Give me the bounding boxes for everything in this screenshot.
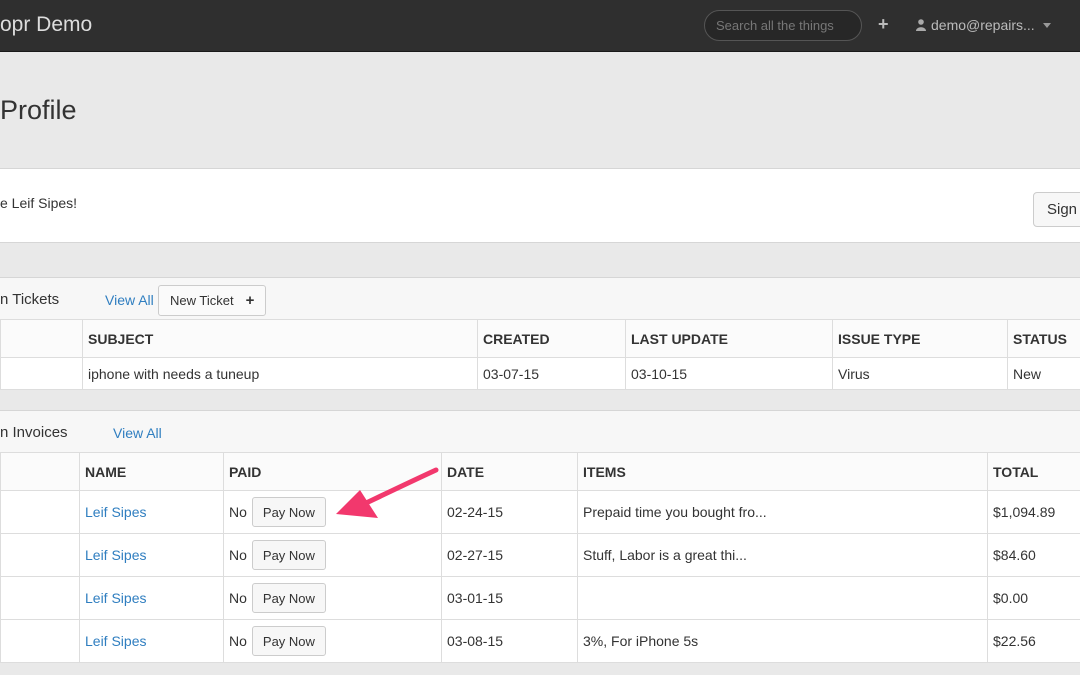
invoice-total: $22.56 [987,619,1080,663]
table-row[interactable]: Leif Sipes No Pay Now 03-08-15 3%, For iP… [0,619,1080,663]
invoice-total: $84.60 [987,533,1080,577]
tickets-table: SUBJECT CREATED LAST UPDATE ISSUE TYPE S… [0,319,1080,390]
ticket-issue-type: Virus [832,357,1008,390]
col-total[interactable]: TOTAL [987,452,1080,491]
new-ticket-label: New Ticket [170,293,234,308]
col-last-update[interactable]: LAST UPDATE [625,319,833,358]
col-issue-type[interactable]: ISSUE TYPE [832,319,1008,358]
paid-status: No [229,590,247,606]
col-items[interactable]: ITEMS [577,452,988,491]
table-row[interactable]: iphone with needs a tuneup 03-07-15 03-1… [0,357,1080,390]
pay-now-button[interactable]: Pay Now [251,497,326,527]
invoice-number [0,490,80,534]
col-subject[interactable]: SUBJECT [82,319,478,358]
invoices-header-row: NAME PAID DATE ITEMS TOTAL [0,452,1080,491]
invoice-customer-link[interactable]: Leif Sipes [85,547,146,563]
top-navbar: opr Demo + demo@repairs... [0,0,1080,52]
annotation-arrow-icon [336,467,439,518]
invoice-items: Prepaid time you bought fro... [577,490,988,534]
ticket-status: New [1007,357,1080,390]
tickets-col-number [0,319,83,358]
caret-down-icon [1042,22,1051,28]
plus-icon: + [245,292,255,309]
invoices-col-number [0,452,80,491]
brand-title[interactable]: opr Demo [0,13,92,37]
ticket-last-update: 03-10-15 [625,357,833,390]
tickets-section-header: n Tickets View All New Ticket + [0,277,1080,320]
invoice-date: 02-27-15 [441,533,578,577]
tickets-header-row: SUBJECT CREATED LAST UPDATE ISSUE TYPE S… [0,319,1080,358]
new-ticket-button[interactable]: New Ticket + [158,285,267,316]
user-menu[interactable]: demo@repairs... [916,17,1051,33]
sign-out-button[interactable]: Sign [1033,192,1080,227]
pay-now-button[interactable]: Pay Now [251,583,326,613]
user-icon [916,19,926,31]
welcome-message: e Leif Sipes! [0,195,78,211]
invoice-customer-link[interactable]: Leif Sipes [85,633,146,649]
tickets-section-title: n Tickets [0,291,60,308]
invoice-date: 02-24-15 [441,490,578,534]
table-row[interactable]: Leif Sipes No Pay Now 02-24-15 Prepaid ti… [0,490,1080,534]
invoice-items: 3%, For iPhone 5s [577,619,988,663]
tickets-view-all-link[interactable]: View All [105,292,154,308]
col-created[interactable]: CREATED [477,319,626,358]
pay-now-button[interactable]: Pay Now [251,626,326,656]
invoice-total: $1,094.89 [987,490,1080,534]
ticket-created: 03-07-15 [477,357,626,390]
invoice-total: $0.00 [987,576,1080,620]
paid-status: No [229,504,247,520]
table-row[interactable]: Leif Sipes No Pay Now 02-27-15 Stuff, Lab… [0,533,1080,577]
invoices-table: NAME PAID DATE ITEMS TOTAL Leif Sipes No… [0,452,1080,663]
search-input[interactable] [704,10,862,41]
ticket-number [0,357,83,390]
plus-icon[interactable]: + [878,14,889,34]
invoice-number [0,576,80,620]
invoices-section-title: n Invoices [0,424,68,441]
invoice-customer-link[interactable]: Leif Sipes [85,590,146,606]
invoices-view-all-link[interactable]: View All [113,425,162,441]
col-name[interactable]: NAME [79,452,224,491]
invoice-items: Stuff, Labor is a great thi... [577,533,988,577]
col-status[interactable]: STATUS [1007,319,1080,358]
invoice-date: 03-01-15 [441,576,578,620]
user-email: demo@repairs... [931,17,1035,33]
invoice-number [0,533,80,577]
invoice-date: 03-08-15 [441,619,578,663]
invoice-number [0,619,80,663]
col-date[interactable]: DATE [441,452,578,491]
paid-status: No [229,633,247,649]
invoices-section-header: n Invoices View All [0,410,1080,453]
pay-now-button[interactable]: Pay Now [251,540,326,570]
ticket-subject: iphone with needs a tuneup [82,357,478,390]
invoice-customer-link[interactable]: Leif Sipes [85,504,146,520]
invoice-items [577,576,988,620]
welcome-panel: e Leif Sipes! Sign [0,168,1080,243]
table-row[interactable]: Leif Sipes No Pay Now 03-01-15 $0.00 [0,576,1080,620]
page-title: Profile [0,95,77,125]
paid-status: No [229,547,247,563]
